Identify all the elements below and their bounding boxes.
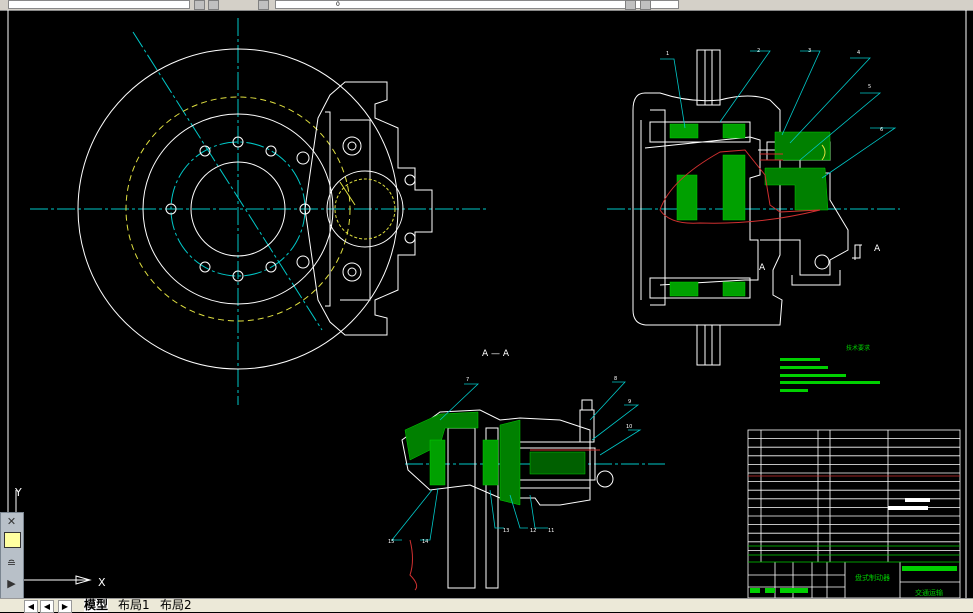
next-tab-button[interactable]: ▶ bbox=[58, 600, 72, 613]
section-a-a: 7 8 9 10 11 12 13 14 15 bbox=[388, 376, 665, 591]
side-section-view: 1 2 3 4 5 6 A A bbox=[607, 48, 900, 366]
drawing-name: 盘式制动器 bbox=[855, 573, 890, 582]
make-current-button[interactable] bbox=[625, 0, 636, 10]
layer-name: 0 bbox=[336, 1, 340, 8]
close-icon[interactable]: ✕ bbox=[4, 515, 19, 529]
school-name: 交通运输 bbox=[915, 588, 943, 597]
part-label: 11 bbox=[548, 528, 554, 534]
layer-previous-button[interactable] bbox=[258, 0, 269, 10]
part-label: 13 bbox=[503, 528, 509, 534]
front-view bbox=[30, 18, 487, 405]
part-label: 8 bbox=[614, 376, 617, 382]
disc-bottom bbox=[696, 324, 721, 366]
part-label: 6 bbox=[880, 127, 883, 133]
tab-model[interactable]: 模型 bbox=[84, 599, 109, 612]
part-label: 10 bbox=[626, 424, 632, 430]
centerline-diagonal bbox=[132, 31, 323, 331]
tab-layout2[interactable]: 布局2 bbox=[160, 599, 192, 612]
layer-manager-button[interactable] bbox=[208, 0, 219, 10]
layer-input[interactable] bbox=[8, 0, 190, 9]
technical-notes: 技术要求 bbox=[780, 344, 880, 392]
layer-match-button[interactable] bbox=[640, 0, 651, 10]
part-label: 7 bbox=[466, 377, 469, 383]
ucs-y-label: Y bbox=[14, 486, 22, 499]
disc bbox=[447, 427, 476, 589]
view-marker: A bbox=[874, 244, 881, 254]
layout-tabs-bar: ◀ ◀ ▶ 模型 布局1 布局2 bbox=[0, 598, 973, 613]
floating-toolbar: ✕ ≘ ▶ bbox=[0, 512, 24, 600]
tab-layout1[interactable]: 布局1 bbox=[118, 599, 150, 612]
part-label: 12 bbox=[530, 528, 536, 534]
first-tab-button[interactable]: ◀ bbox=[24, 600, 38, 613]
part-label: 5 bbox=[868, 84, 871, 90]
drawing-canvas[interactable]: 1 2 3 4 5 6 A A A — A 技术要求 7 8 9 10 11 1… bbox=[0, 10, 973, 598]
disc-top bbox=[696, 49, 721, 106]
view-marker: A bbox=[759, 263, 766, 273]
part-label: 1 bbox=[666, 51, 669, 57]
ucs-x-label: X bbox=[98, 576, 106, 589]
part-label: 4 bbox=[857, 50, 860, 56]
layer-dropdown[interactable]: 0 bbox=[275, 0, 679, 9]
part-label: 9 bbox=[628, 399, 631, 405]
part-label: 15 bbox=[388, 539, 394, 545]
section-label: A — A bbox=[482, 349, 510, 359]
layer-state-button[interactable] bbox=[194, 0, 205, 10]
part-label: 14 bbox=[422, 539, 428, 545]
window-icon[interactable] bbox=[4, 532, 21, 548]
play-icon[interactable]: ▶ bbox=[4, 577, 19, 591]
part-label: 3 bbox=[808, 48, 811, 54]
part-label: 2 bbox=[757, 48, 760, 54]
properties-icon[interactable]: ≘ bbox=[4, 557, 19, 571]
prev-tab-button[interactable]: ◀ bbox=[40, 600, 54, 613]
notes-heading: 技术要求 bbox=[846, 344, 870, 352]
ucs-icon bbox=[15, 490, 92, 585]
title-block bbox=[747, 429, 961, 598]
